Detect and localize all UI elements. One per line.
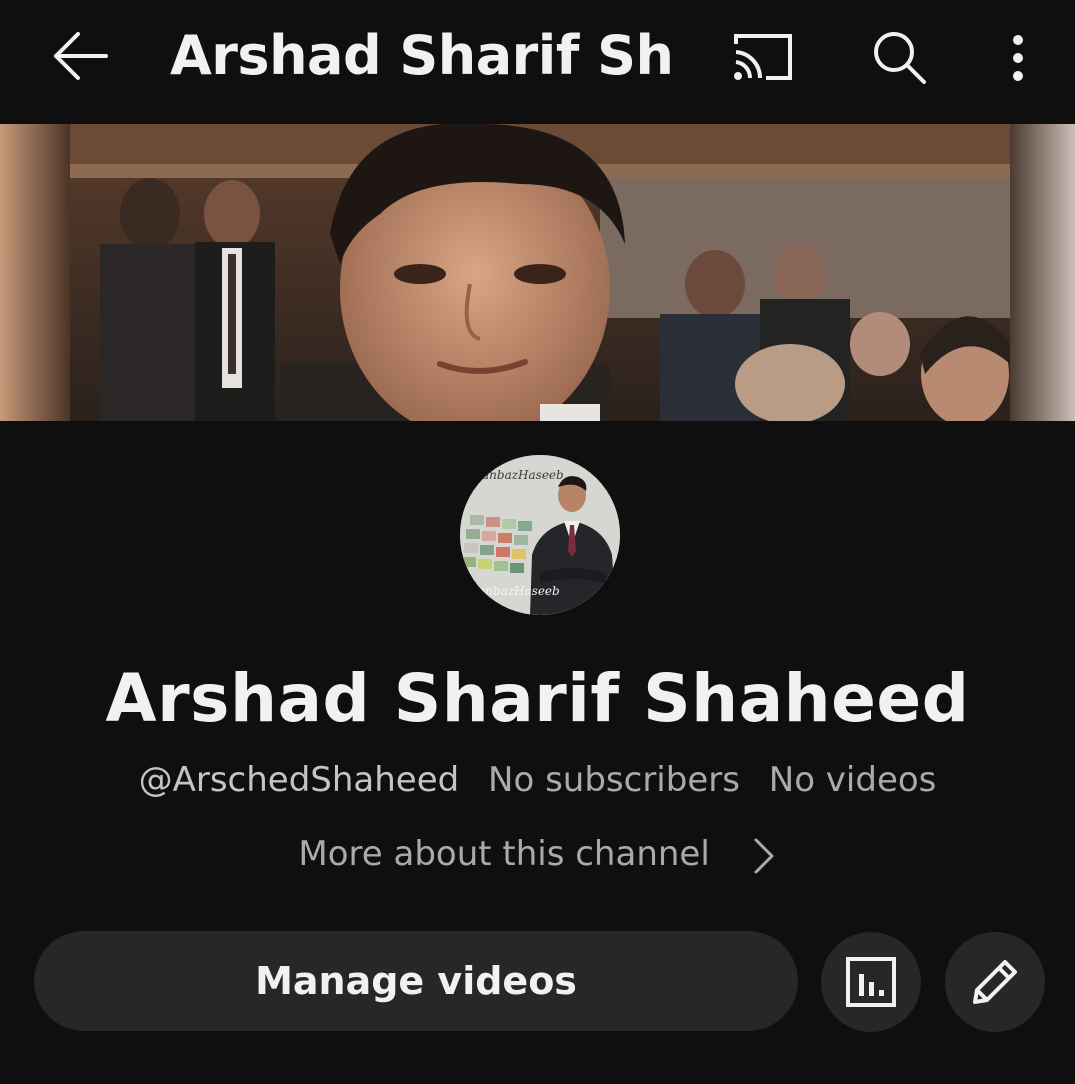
pencil-icon <box>973 960 1017 1004</box>
avatar-watermark-top: anbazHaseeb <box>482 468 564 482</box>
subscriber-count: No subscribers <box>488 760 740 800</box>
channel-name: Arshad Sharif Shaheed <box>105 660 970 737</box>
more-about-channel-link[interactable]: More about this channel <box>0 834 1075 876</box>
back-arrow-icon[interactable] <box>48 28 112 84</box>
page-title: Arshad Sharif Sha… <box>170 24 670 87</box>
channel-page: Arshad Sharif Sha… <box>0 0 1075 1084</box>
channel-meta: @ArschedShaheed No subscribers No videos <box>0 760 1075 800</box>
manage-videos-button[interactable]: Manage videos <box>34 931 798 1031</box>
channel-avatar[interactable]: anbazHaseeb anbazHaseeb <box>460 455 620 615</box>
top-app-bar: Arshad Sharif Sha… <box>0 0 1075 120</box>
search-icon[interactable] <box>868 26 930 88</box>
channel-banner-image <box>0 124 1075 421</box>
chevron-right-icon <box>754 838 774 873</box>
avatar-watermark-bottom: anbazHaseeb <box>478 584 560 598</box>
channel-handle: @ArschedShaheed <box>138 760 460 800</box>
edit-channel-button[interactable] <box>945 932 1045 1032</box>
analytics-icon <box>846 957 896 1007</box>
video-count: No videos <box>768 760 937 800</box>
more-about-label: More about this channel <box>298 834 710 874</box>
more-vert-icon[interactable] <box>1000 30 1036 86</box>
cast-icon[interactable] <box>730 30 796 82</box>
analytics-button[interactable] <box>821 932 921 1032</box>
